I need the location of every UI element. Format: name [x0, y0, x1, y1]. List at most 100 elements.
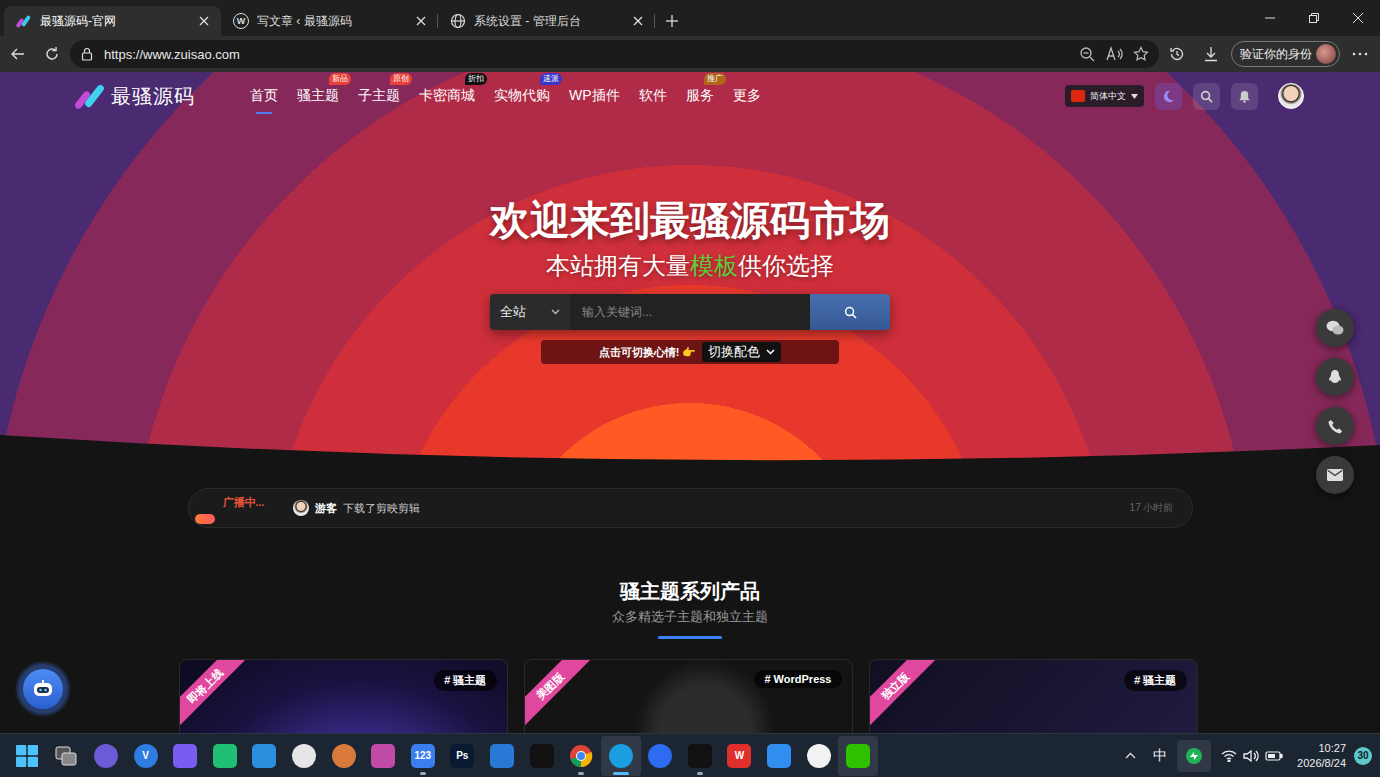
phone-button[interactable]: [1316, 407, 1354, 445]
card-ribbon: 独立版: [869, 659, 941, 732]
nav-item[interactable]: WP插件: [569, 81, 620, 111]
nav-item[interactable]: 更多: [733, 81, 761, 111]
nav-item[interactable]: 首页: [250, 81, 278, 111]
taskbar-app[interactable]: V: [126, 736, 166, 776]
download-button[interactable]: [1195, 39, 1227, 69]
mood-prompt: 点击可切换心情! 👉: [599, 345, 697, 360]
taskbar-app[interactable]: [7, 736, 47, 776]
taskbar-app[interactable]: [799, 736, 839, 776]
taskbar-app[interactable]: [522, 736, 562, 776]
nav-label: 更多: [733, 87, 761, 103]
taskbar-app[interactable]: [284, 736, 324, 776]
close-icon[interactable]: [416, 16, 426, 26]
tray-app[interactable]: [1177, 740, 1211, 772]
nav-item[interactable]: 卡密商城 折扣: [419, 81, 475, 111]
browser-tab[interactable]: 最骚源码-官网: [4, 6, 221, 36]
more-button[interactable]: [1344, 39, 1376, 69]
bell-icon: [1238, 90, 1251, 103]
new-tab-button[interactable]: [655, 6, 689, 36]
taskbar-app[interactable]: Ps: [443, 736, 483, 776]
close-icon[interactable]: [633, 16, 643, 26]
chevron-up-icon: [1125, 752, 1136, 759]
taskbar-app[interactable]: [47, 736, 87, 776]
app-icon: [213, 744, 237, 768]
dark-mode-button[interactable]: [1155, 83, 1182, 110]
taskbar-app[interactable]: W: [720, 736, 760, 776]
nav-item[interactable]: 软件: [639, 81, 667, 111]
language-select[interactable]: 简体中文: [1065, 85, 1144, 107]
nav-item[interactable]: 实物代购 速派: [494, 81, 550, 111]
profile-button[interactable]: 验证你的身份: [1231, 41, 1340, 67]
read-aloud-icon[interactable]: [1105, 46, 1123, 62]
clock[interactable]: 10:27 2026/8/24: [1293, 741, 1350, 771]
tab-strip: 最骚源码-官网 W 写文章 ‹ 最骚源码 系统设置 - 管理后台: [0, 0, 1380, 36]
task-view-icon: [55, 746, 77, 766]
search-input[interactable]: 输入关键词...: [570, 294, 810, 330]
taskbar-app[interactable]: [245, 736, 285, 776]
profile-avatar-icon: [1316, 44, 1336, 64]
browser-tab[interactable]: 系统设置 - 管理后台: [438, 6, 655, 36]
hero-subtitle: 本站拥有大量模板供你选择: [546, 252, 834, 280]
card-tag[interactable]: # WordPress: [754, 670, 841, 688]
taskbar-app[interactable]: [641, 736, 681, 776]
history-button[interactable]: [1161, 39, 1193, 69]
taskbar-app[interactable]: [838, 736, 878, 776]
search-submit-button[interactable]: [810, 294, 890, 330]
close-icon[interactable]: [199, 16, 209, 26]
taskbar-app[interactable]: [165, 736, 205, 776]
theme-select[interactable]: 切换配色: [702, 342, 781, 362]
minimize-button[interactable]: [1248, 0, 1292, 36]
broadcast-message: 下载了剪映剪辑: [343, 501, 420, 516]
browser-tab[interactable]: W 写文章 ‹ 最骚源码: [221, 6, 438, 36]
card-tag[interactable]: # 骚主题: [1124, 670, 1186, 691]
nav-item[interactable]: 骚主题 新品: [297, 81, 339, 111]
site-logo[interactable]: 最骚源码: [75, 81, 203, 111]
taskbar-app[interactable]: [680, 736, 720, 776]
taskbar-app[interactable]: [601, 736, 641, 776]
email-button[interactable]: [1316, 456, 1354, 494]
phone-icon: [1328, 419, 1343, 434]
tray-overflow-button[interactable]: [1117, 740, 1143, 772]
active-underline: [256, 112, 272, 114]
app-icon: [807, 744, 831, 768]
taskbar-app[interactable]: [759, 736, 799, 776]
zoom-icon[interactable]: [1079, 46, 1095, 62]
taskbar-app[interactable]: [363, 736, 403, 776]
user-avatar[interactable]: [1278, 83, 1304, 109]
broadcast-label: 广播中...: [223, 495, 265, 510]
back-button[interactable]: [2, 39, 34, 69]
section-header: 骚主题系列产品 众多精选子主题和独立主题: [0, 578, 1380, 639]
nav-badge: 速派: [540, 73, 562, 85]
nav-item[interactable]: 子主题 原创: [358, 81, 400, 111]
product-card[interactable]: 美图版 # WordPress: [524, 659, 853, 733]
taskbar-app[interactable]: [482, 736, 522, 776]
close-button[interactable]: [1336, 0, 1380, 36]
favorite-star-icon[interactable]: [1133, 46, 1149, 62]
taskbar-app[interactable]: [205, 736, 245, 776]
running-indicator: [613, 772, 629, 775]
address-bar[interactable]: https://www.zuisao.com: [70, 40, 1159, 68]
input-method[interactable]: 中: [1147, 740, 1173, 772]
nav-item[interactable]: 服务 推广: [686, 81, 714, 111]
taskbar-app[interactable]: [324, 736, 364, 776]
notification-button[interactable]: [1231, 83, 1258, 110]
app-icon: Ps: [450, 744, 474, 768]
product-card[interactable]: 即将上线 # 骚主题: [179, 659, 508, 733]
product-card[interactable]: 独立版 # 骚主题: [869, 659, 1198, 733]
taskbar-app[interactable]: [86, 736, 126, 776]
refresh-button[interactable]: [36, 39, 68, 69]
wechat-button[interactable]: [1316, 309, 1354, 347]
taskbar-app[interactable]: [561, 736, 601, 776]
ai-assistant-button[interactable]: [15, 661, 71, 717]
restore-button[interactable]: [1292, 0, 1336, 36]
more-dots-icon: [1352, 52, 1368, 56]
status-icons[interactable]: [1215, 749, 1289, 763]
app-icon: [490, 744, 514, 768]
search-button[interactable]: [1193, 83, 1220, 110]
qq-button[interactable]: [1316, 358, 1354, 396]
card-tag[interactable]: # 骚主题: [434, 670, 496, 691]
notification-count[interactable]: 30: [1354, 747, 1372, 765]
search-scope-select[interactable]: 全站: [490, 294, 570, 330]
taskbar-app[interactable]: 123: [403, 736, 443, 776]
app-icon: [252, 744, 276, 768]
